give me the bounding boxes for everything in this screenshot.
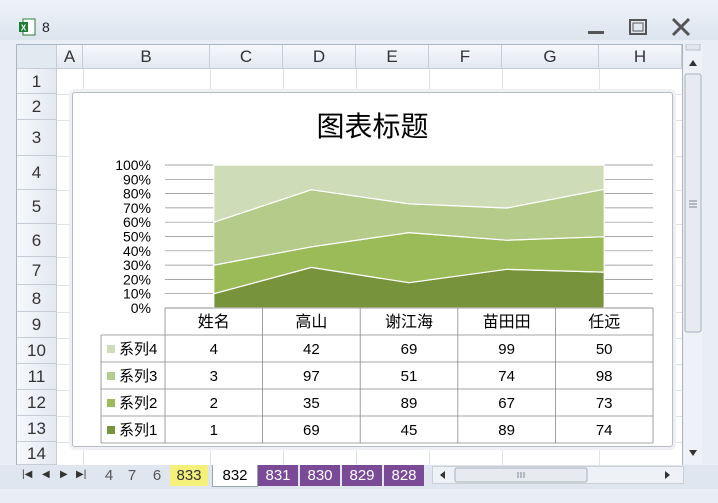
row-header-1[interactable]: 1 xyxy=(17,69,57,94)
spreadsheet-grid[interactable]: A B C D E F G H 1 2 3 4 5 6 7 8 9 10 11 12 13 14 图表标题 0% 10% 20% 3… xyxy=(16,44,683,466)
row-header-13[interactable]: 13 xyxy=(17,416,57,442)
row-header-9[interactable]: 9 xyxy=(17,312,57,338)
data-table-cell: 98 xyxy=(596,368,613,385)
sheet-tab-4[interactable]: 4 xyxy=(98,465,120,486)
series-label: 系列4 xyxy=(119,341,157,358)
row-header-10[interactable]: 10 xyxy=(17,338,57,364)
row-header-4[interactable]: 4 xyxy=(17,156,57,190)
prev-sheet-icon[interactable]: ◀ xyxy=(42,469,50,480)
row-header-2[interactable]: 2 xyxy=(17,94,57,120)
category-label: 任远 xyxy=(588,313,620,331)
data-table-cell: 4 xyxy=(210,341,218,358)
next-sheet-icon[interactable]: ▶ xyxy=(60,469,68,480)
sheet-tab-832[interactable]: 832 xyxy=(212,465,258,487)
data-table-cell: 2 xyxy=(210,395,218,412)
row-header-6[interactable]: 6 xyxy=(17,224,57,257)
scroll-up-icon xyxy=(689,60,697,66)
data-table-cell: 42 xyxy=(303,341,320,358)
row-header-11[interactable]: 11 xyxy=(17,364,57,390)
vertical-scroll-thumb xyxy=(684,73,702,333)
sheet-tab-828[interactable]: 828 xyxy=(384,465,424,486)
excel-icon: X xyxy=(19,18,36,36)
column-gridline xyxy=(682,69,683,466)
sheet-tab-7[interactable]: 7 xyxy=(121,465,143,486)
minimize-button[interactable] xyxy=(581,16,611,38)
svg-text:X: X xyxy=(21,24,27,33)
scroll-right-icon xyxy=(665,471,670,479)
y-tick-label: 10% xyxy=(123,286,151,302)
sheet-tab-830[interactable]: 830 xyxy=(300,465,340,486)
scroll-down-icon xyxy=(689,450,697,456)
data-table-cell: 99 xyxy=(498,341,515,358)
y-tick-label: 70% xyxy=(123,200,151,216)
data-table-cell: 89 xyxy=(401,395,418,412)
column-header-c[interactable]: C xyxy=(210,45,283,69)
data-table-cell: 74 xyxy=(498,368,515,385)
data-table-cell: 73 xyxy=(596,395,613,412)
category-label: 姓名 xyxy=(198,313,230,331)
column-header-b[interactable]: B xyxy=(83,45,210,69)
sheet-tab-831[interactable]: 831 xyxy=(258,465,298,486)
data-table-cell: 89 xyxy=(498,422,515,439)
chart-area[interactable]: 图表标题 0% 10% 20% 30% 40% 50% 60% 70% 80% 90% 100% 姓名高… xyxy=(72,92,673,447)
data-table-cell: 35 xyxy=(303,395,320,412)
series-label: 系列2 xyxy=(119,395,157,412)
title-bar: X 8 xyxy=(0,0,718,40)
data-table-cell: 3 xyxy=(210,368,218,385)
row-header-12[interactable]: 12 xyxy=(17,390,57,416)
data-table-cell: 50 xyxy=(596,341,613,358)
y-tick-label: 30% xyxy=(123,257,151,273)
y-tick-label: 60% xyxy=(123,214,151,230)
close-button[interactable] xyxy=(666,16,696,38)
row-header-7[interactable]: 7 xyxy=(17,257,57,285)
vertical-scrollbar[interactable] xyxy=(684,43,702,464)
category-label: 苗田田 xyxy=(483,313,531,331)
legend-key xyxy=(107,372,115,380)
data-table-cell: 51 xyxy=(401,368,418,385)
row-header-5[interactable]: 5 xyxy=(17,190,57,224)
column-header-e[interactable]: E xyxy=(356,45,429,69)
column-header-f[interactable]: F xyxy=(429,45,502,69)
data-table-cell: 67 xyxy=(498,395,515,412)
sheet-tab-833[interactable]: 833 xyxy=(170,465,208,486)
legend-key xyxy=(107,399,115,407)
y-tick-label: 50% xyxy=(123,229,151,245)
data-table-cell: 69 xyxy=(303,422,320,439)
sheet-tab-829[interactable]: 829 xyxy=(342,465,382,486)
column-header-g[interactable]: G xyxy=(502,45,599,69)
category-label: 谢江海 xyxy=(385,313,433,331)
row-header-14[interactable]: 14 xyxy=(17,442,57,465)
y-tick-label: 40% xyxy=(123,243,151,259)
column-header-h[interactable]: H xyxy=(599,45,682,69)
legend-key xyxy=(107,345,115,353)
data-table-cell: 1 xyxy=(210,422,218,439)
data-table-cell: 97 xyxy=(303,368,320,385)
sheet-tab-6[interactable]: 6 xyxy=(146,465,168,486)
excel-window: X 8 A B C D E F G H 1 2 3 4 5 6 7 8 9 10 11 12 13 14 图表标题 0% 10%… xyxy=(0,0,718,503)
legend-key xyxy=(107,426,115,434)
select-all-corner[interactable] xyxy=(17,45,57,69)
maximize-button[interactable] xyxy=(623,16,653,38)
column-header-d[interactable]: D xyxy=(283,45,356,69)
first-sheet-icon[interactable]: |◀ xyxy=(22,469,32,480)
row-header-3[interactable]: 3 xyxy=(17,120,57,156)
category-label: 高山 xyxy=(295,313,327,331)
column-header-a[interactable]: A xyxy=(57,45,83,69)
data-table-cell: 69 xyxy=(401,341,418,358)
area-chart-svg: 0%10%20%30%40%50%60%70%80%90%100% 姓名 高山 谢江海… xyxy=(100,157,654,444)
row-header-8[interactable]: 8 xyxy=(17,285,57,312)
series-label: 系列3 xyxy=(119,368,157,385)
window-title: 8 xyxy=(42,19,50,35)
y-tick-label: 80% xyxy=(123,186,151,202)
y-tick-label: 20% xyxy=(123,271,151,287)
y-tick-label: 100% xyxy=(115,157,151,173)
scroll-left-icon xyxy=(440,471,445,479)
data-table-cell: 45 xyxy=(401,422,418,439)
y-tick-label: 0% xyxy=(131,300,151,316)
y-tick-label: 90% xyxy=(123,171,151,187)
data-table-cell: 74 xyxy=(596,422,613,439)
horizontal-scrollbar[interactable] xyxy=(432,466,684,484)
series-label: 系列1 xyxy=(119,422,157,439)
last-sheet-icon[interactable]: ▶| xyxy=(76,469,86,480)
